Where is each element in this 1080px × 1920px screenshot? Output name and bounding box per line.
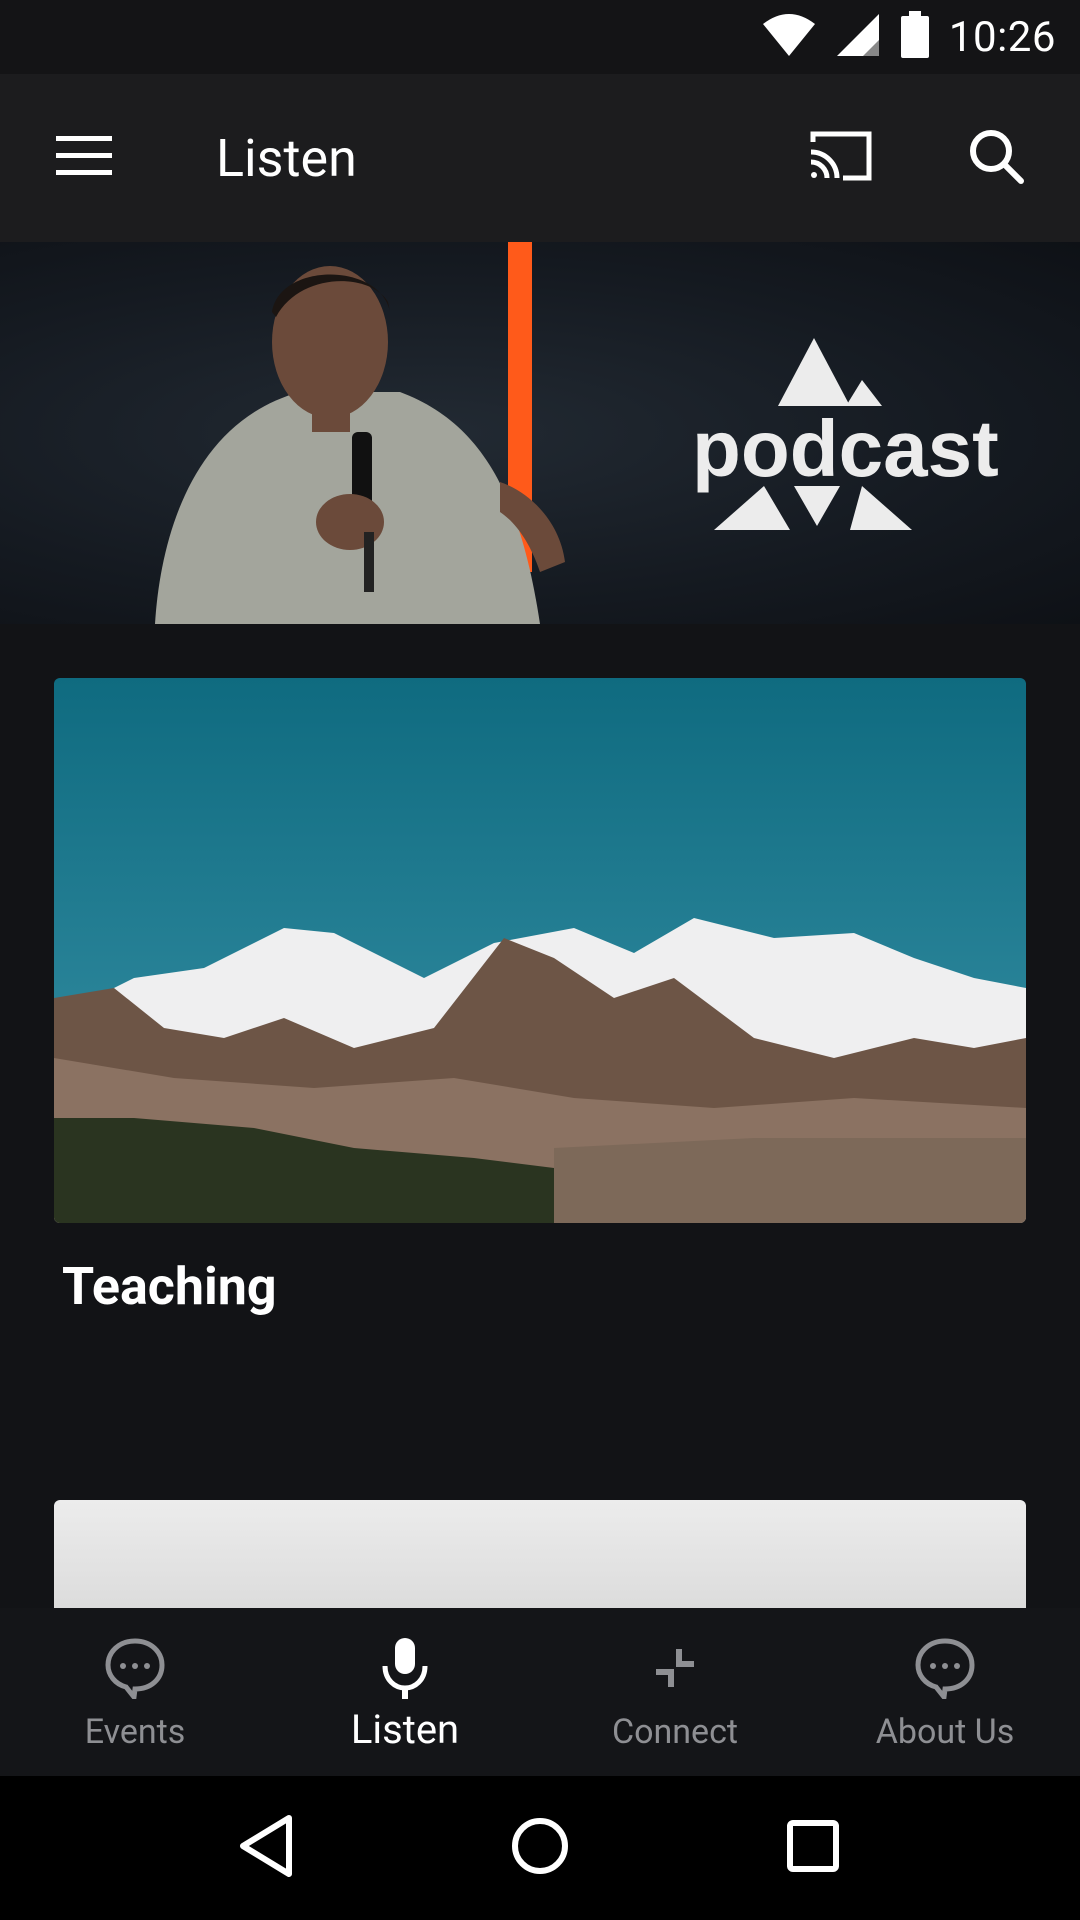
status-bar: 10:26: [0, 0, 1080, 74]
search-icon: [967, 127, 1025, 189]
tab-events[interactable]: Events: [0, 1608, 270, 1776]
tab-label: Events: [84, 1712, 186, 1752]
podcast-logo-text: podcast: [692, 404, 999, 493]
cast-icon: [805, 128, 875, 188]
menu-button[interactable]: [40, 118, 128, 198]
speaker-figure: [155, 266, 565, 624]
microphone-icon: [373, 1636, 437, 1700]
tab-listen[interactable]: Listen: [270, 1608, 540, 1776]
back-button[interactable]: [212, 1793, 322, 1903]
tab-label: Listen: [350, 1706, 460, 1753]
tab-label: Connect: [611, 1712, 739, 1752]
arrows-inward-icon: [643, 1636, 707, 1700]
back-triangle-icon: [237, 1814, 297, 1882]
cast-button[interactable]: [796, 118, 884, 198]
speaker-photo: podcast: [155, 242, 999, 624]
home-button[interactable]: [485, 1793, 595, 1903]
home-circle-icon: [510, 1816, 570, 1880]
recents-square-icon: [786, 1819, 840, 1877]
podcast-banner[interactable]: podcast: [0, 242, 1080, 624]
system-nav-bar: [0, 1776, 1080, 1920]
tab-about-us[interactable]: About Us: [810, 1608, 1080, 1776]
teaching-card-image[interactable]: [54, 678, 1026, 1223]
tab-label: About Us: [875, 1712, 1015, 1752]
chat-bubble-icon: [103, 1636, 167, 1700]
card-title[interactable]: Teaching: [62, 1256, 277, 1317]
podcast-logo: podcast: [692, 338, 999, 530]
page-title: Listen: [216, 128, 357, 189]
wifi-icon: [761, 12, 817, 62]
app-bar: Listen: [0, 74, 1080, 242]
status-time: 10:26: [948, 12, 1056, 62]
tab-connect[interactable]: Connect: [540, 1608, 810, 1776]
hamburger-menu-icon: [54, 134, 114, 182]
recents-button[interactable]: [758, 1793, 868, 1903]
chat-bubble-icon: [913, 1636, 977, 1700]
next-card-image[interactable]: [54, 1500, 1026, 1608]
search-button[interactable]: [952, 118, 1040, 198]
mountain-photo: [54, 678, 1026, 1223]
battery-icon: [899, 11, 931, 63]
status-icons: 10:26: [761, 0, 1056, 74]
signal-icon: [835, 12, 881, 62]
bottom-tab-bar: Events Listen Connect About Us: [0, 1608, 1080, 1776]
